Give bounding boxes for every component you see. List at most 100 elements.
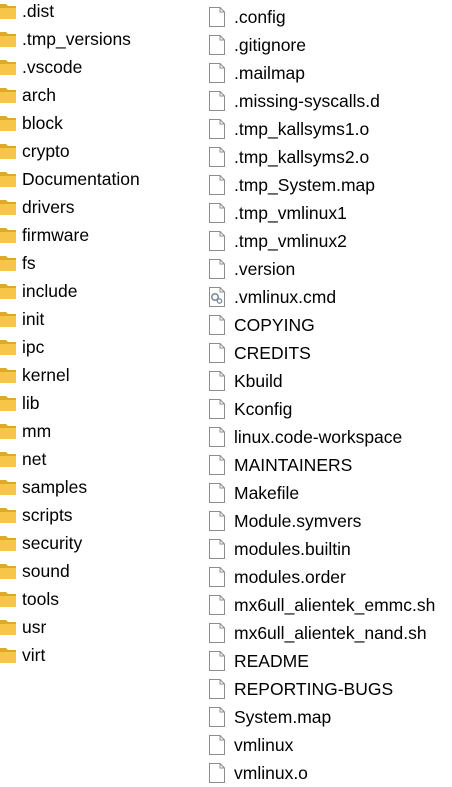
file-icon [208, 538, 234, 560]
file-item[interactable]: .version [208, 255, 452, 283]
folder-item[interactable]: usr [0, 613, 200, 641]
file-item[interactable]: modules.order [208, 563, 452, 591]
file-icon [208, 566, 234, 588]
file-icon [208, 62, 234, 84]
folder-name: arch [22, 85, 57, 105]
folder-name: crypto [22, 141, 70, 161]
folder-item[interactable]: .dist [0, 0, 200, 25]
file-name: CREDITS [234, 343, 311, 363]
folder-name: include [22, 281, 78, 301]
file-icon [208, 706, 234, 728]
folder-list: .dist .tmp_versions .vscode arch block crypto… [0, 0, 200, 669]
folder-icon [0, 617, 22, 637]
folder-item[interactable]: net [0, 445, 200, 473]
folder-item[interactable]: scripts [0, 501, 200, 529]
file-item[interactable]: CREDITS [208, 339, 452, 367]
file-name: mx6ull_alientek_nand.sh [234, 623, 427, 643]
folder-name: virt [22, 645, 46, 665]
folder-item[interactable]: .tmp_versions [0, 25, 200, 53]
folder-icon [0, 561, 22, 581]
folder-name: drivers [22, 197, 75, 217]
file-item[interactable]: .tmp_vmlinux2 [208, 227, 452, 255]
folder-item[interactable]: tools [0, 585, 200, 613]
file-icon [208, 34, 234, 56]
file-item[interactable]: REPORTING-BUGS [208, 675, 452, 703]
file-item[interactable]: MAINTAINERS [208, 451, 452, 479]
file-icon [208, 650, 234, 672]
file-name: System.map [234, 707, 332, 727]
file-item[interactable]: .tmp_vmlinux1 [208, 199, 452, 227]
file-icon [208, 342, 234, 364]
file-item[interactable]: .config [208, 3, 452, 31]
file-name: modules.order [234, 567, 346, 587]
file-item[interactable]: vmlinux [208, 731, 452, 759]
folder-item[interactable]: sound [0, 557, 200, 585]
folder-name: ipc [22, 337, 45, 357]
cmd-file-icon [208, 286, 234, 308]
folder-item[interactable]: arch [0, 81, 200, 109]
folder-item[interactable]: kernel [0, 361, 200, 389]
folder-name: usr [22, 617, 47, 637]
file-item[interactable]: Kconfig [208, 395, 452, 423]
file-name: .tmp_System.map [234, 175, 376, 195]
file-item[interactable]: mx6ull_alientek_nand.sh [208, 619, 452, 647]
file-name: .config [234, 7, 286, 27]
folder-item[interactable]: virt [0, 641, 200, 669]
file-list: .config .gitignore .mailmap .missing-syscal… [208, 0, 452, 787]
folder-item[interactable]: firmware [0, 221, 200, 249]
folder-icon [0, 533, 22, 553]
file-item[interactable]: Module.symvers [208, 507, 452, 535]
file-name: mx6ull_alientek_emmc.sh [234, 595, 436, 615]
folder-icon [0, 1, 22, 21]
file-item[interactable]: Kbuild [208, 367, 452, 395]
file-icon [208, 118, 234, 140]
folder-item[interactable]: crypto [0, 137, 200, 165]
folder-item[interactable]: ipc [0, 333, 200, 361]
file-item[interactable]: mx6ull_alientek_emmc.sh [208, 591, 452, 619]
folder-item[interactable]: include [0, 277, 200, 305]
folder-item[interactable]: Documentation [0, 165, 200, 193]
file-item[interactable]: Makefile [208, 479, 452, 507]
file-icon [208, 370, 234, 392]
folder-name: security [22, 533, 83, 553]
file-name: linux.code-workspace [234, 427, 403, 447]
file-item[interactable]: .vmlinux.cmd [208, 283, 452, 311]
file-name: Kconfig [234, 399, 293, 419]
folder-item[interactable]: .vscode [0, 53, 200, 81]
file-item[interactable]: .tmp_kallsyms2.o [208, 143, 452, 171]
file-icon [208, 678, 234, 700]
folder-item[interactable]: block [0, 109, 200, 137]
folder-icon [0, 169, 22, 189]
folder-item[interactable]: drivers [0, 193, 200, 221]
folder-item[interactable]: init [0, 305, 200, 333]
folder-name: .tmp_versions [22, 29, 131, 49]
file-item[interactable]: .tmp_kallsyms1.o [208, 115, 452, 143]
file-item[interactable]: linux.code-workspace [208, 423, 452, 451]
file-item[interactable]: .missing-syscalls.d [208, 87, 452, 115]
file-name: .mailmap [234, 63, 305, 83]
file-icon [208, 734, 234, 756]
folder-icon [0, 589, 22, 609]
folder-item[interactable]: mm [0, 417, 200, 445]
file-item[interactable]: .mailmap [208, 59, 452, 87]
folder-icon [0, 645, 22, 665]
file-item[interactable]: .gitignore [208, 31, 452, 59]
folder-item[interactable]: security [0, 529, 200, 557]
file-item[interactable]: System.map [208, 703, 452, 731]
file-item[interactable]: COPYING [208, 311, 452, 339]
folder-item[interactable]: samples [0, 473, 200, 501]
file-icon [208, 230, 234, 252]
folder-item[interactable]: lib [0, 389, 200, 417]
file-name: .tmp_vmlinux2 [234, 231, 347, 251]
folder-name: samples [22, 477, 88, 497]
file-item[interactable]: modules.builtin [208, 535, 452, 563]
file-icon [208, 258, 234, 280]
folder-name: mm [22, 421, 52, 441]
file-icon [208, 762, 234, 784]
folder-name: sound [22, 561, 70, 581]
file-item[interactable]: .tmp_System.map [208, 171, 452, 199]
folder-item[interactable]: fs [0, 249, 200, 277]
file-item[interactable]: README [208, 647, 452, 675]
file-name: README [234, 651, 309, 671]
folder-icon [0, 337, 22, 357]
